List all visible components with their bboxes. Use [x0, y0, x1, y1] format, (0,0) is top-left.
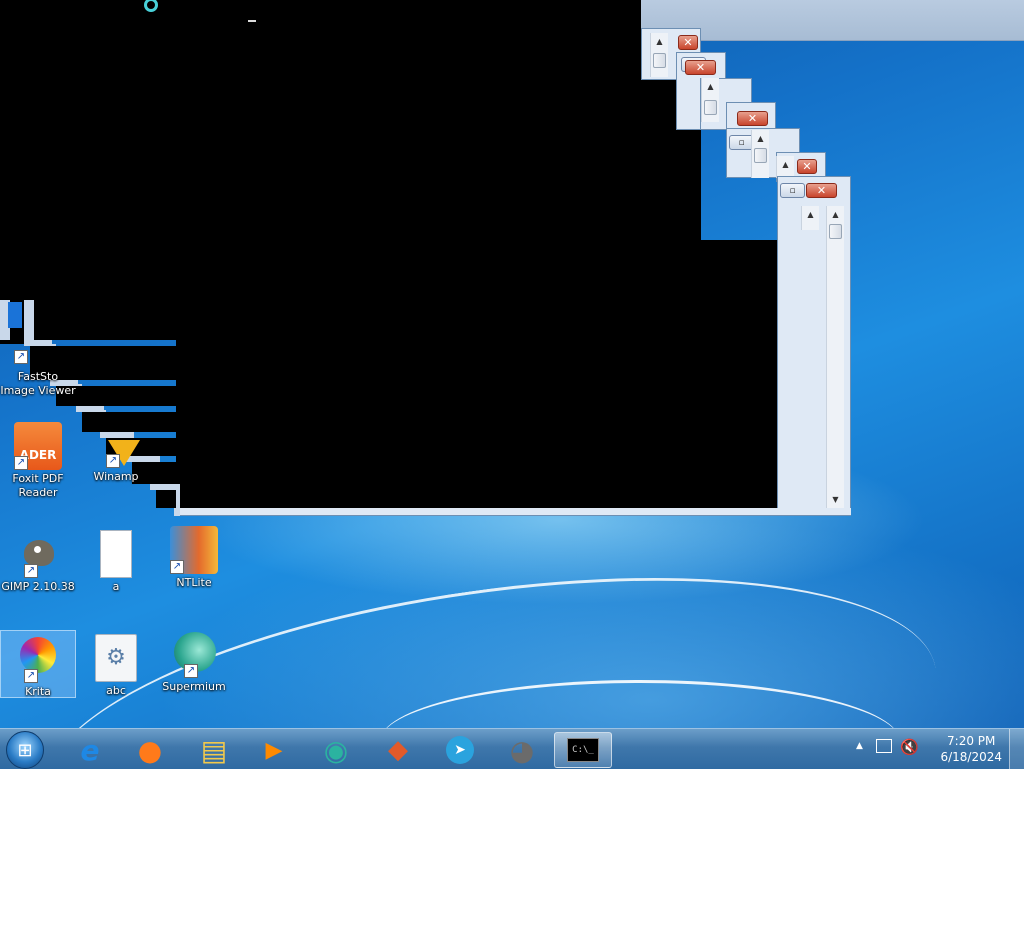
- clock[interactable]: 7:20 PM 6/18/2024: [940, 733, 1002, 765]
- glitch-area: [176, 240, 826, 508]
- scrollbar[interactable]: ▲: [701, 78, 719, 122]
- text-file-icon: [100, 530, 132, 578]
- file-explorer-icon: ▤: [200, 733, 228, 767]
- scrollbar[interactable]: ▲: [751, 130, 769, 178]
- taskbar-internet-explorer[interactable]: e: [62, 732, 118, 768]
- show-hidden-icons-button[interactable]: ▲: [856, 741, 863, 751]
- shortcut-arrow-icon: ↗: [24, 564, 38, 578]
- desktop-icon-label: abc: [106, 684, 126, 697]
- text-cursor: [248, 20, 256, 22]
- scrollbar[interactable]: ▲: [776, 156, 794, 178]
- desktop-icon-winamp[interactable]: ↗ Winamp: [78, 440, 154, 484]
- close-button[interactable]: ✕: [806, 183, 837, 198]
- glitch-area: [0, 340, 24, 344]
- show-desktop-button[interactable]: [1009, 729, 1024, 769]
- scroll-up-button[interactable]: ▲: [752, 130, 769, 147]
- taskbar-command-prompt[interactable]: C:\_: [554, 732, 612, 768]
- windows-logo-icon: ⊞: [17, 739, 33, 761]
- desktop-icon-abc[interactable]: ⚙ abc: [78, 634, 154, 698]
- shortcut-arrow-icon: ↗: [14, 350, 28, 364]
- desktop-icon-supermium[interactable]: ↗ Supermium: [156, 630, 232, 694]
- desktop-icon-label: Supermium: [162, 680, 226, 693]
- desktop-icon-gimp[interactable]: ↗ GIMP 2.10.38: [0, 530, 76, 594]
- command-prompt-icon: C:\_: [567, 738, 599, 762]
- shortcut-arrow-icon: ↗: [24, 669, 38, 683]
- scroll-up-button[interactable]: ▲: [827, 206, 844, 223]
- restore-button[interactable]: ▫: [780, 183, 805, 198]
- scrollbar[interactable]: ▲: [801, 206, 819, 230]
- scroll-thumb[interactable]: [829, 224, 842, 239]
- glitch-area: [156, 490, 176, 508]
- clock-date: 6/18/2024: [940, 750, 1002, 764]
- shortcut-arrow-icon: ↗: [170, 560, 184, 574]
- gimp-logo: [24, 540, 54, 566]
- close-button[interactable]: ✕: [737, 111, 768, 126]
- shortcut-arrow-icon: ↗: [14, 456, 28, 470]
- scroll-up-button[interactable]: ▲: [702, 78, 719, 95]
- desktop-icon-label: Foxit PDF Reader: [12, 472, 64, 499]
- shortcut-arrow-icon: ↗: [106, 454, 120, 468]
- settings-file-icon: ⚙: [95, 634, 137, 682]
- desktop-icon-label: a: [112, 580, 120, 593]
- window-controls: ▫ ✕: [780, 183, 837, 199]
- start-button[interactable]: ⊞: [6, 731, 44, 769]
- window-edge: [8, 302, 22, 328]
- scroll-up-button[interactable]: ▲: [651, 33, 668, 50]
- window-bottom-border[interactable]: [176, 508, 851, 516]
- window-edge: [24, 300, 34, 344]
- scroll-up-button[interactable]: ▲: [802, 206, 819, 223]
- system-tray: ▲ 🔇 7:20 PM 6/18/2024: [854, 729, 1024, 769]
- taskbar-firefox[interactable]: ●: [122, 732, 178, 768]
- taskbar-media-player[interactable]: ▶: [246, 732, 302, 768]
- desktop-icon-ntlite[interactable]: ↗ NTLite: [156, 526, 232, 590]
- media-player-icon: ▶: [265, 737, 283, 763]
- taskbar-gimp[interactable]: ◕: [494, 732, 550, 768]
- gimp-icon: ◕: [509, 733, 535, 767]
- scroll-thumb[interactable]: [653, 53, 666, 68]
- foxit-icon: ADER ↗: [14, 422, 62, 470]
- desktop-icon-krita[interactable]: ↗ Krita: [0, 630, 76, 698]
- clock-time: 7:20 PM: [947, 734, 996, 748]
- close-button[interactable]: ✕: [797, 159, 817, 174]
- taskbar-ntlite[interactable]: ◆: [370, 732, 426, 768]
- desktop-icon-label: Winamp: [93, 470, 139, 483]
- krita-logo: [20, 637, 56, 673]
- krita-icon: ↗: [14, 635, 62, 683]
- telegram-icon: ➤: [446, 736, 474, 764]
- scroll-down-button[interactable]: ▼: [827, 491, 844, 508]
- winamp-icon: ↗: [92, 440, 140, 468]
- ntlite-icon: ↗: [170, 526, 218, 574]
- shortcut-arrow-icon: ↗: [184, 664, 198, 678]
- glitch-area: [82, 412, 176, 432]
- taskbar-file-explorer[interactable]: ▤: [186, 732, 242, 768]
- taskbar-telegram[interactable]: ➤: [432, 732, 488, 768]
- gimp-eye: [34, 546, 41, 553]
- supermium-icon: ◉: [323, 733, 349, 767]
- scrollbar[interactable]: ▲: [650, 33, 668, 77]
- desktop-icon-foxit[interactable]: ADER ↗ Foxit PDF Reader: [0, 422, 76, 500]
- desktop-icon-faststone[interactable]: ↗ FastSto Image Viewer: [0, 346, 76, 398]
- desktop-icon-label: Krita: [25, 685, 51, 698]
- close-button[interactable]: ✕: [678, 35, 698, 50]
- taskbar-supermium[interactable]: ◉: [308, 732, 364, 768]
- gimp-icon: ↗: [14, 530, 62, 578]
- desktop-icon-a[interactable]: a: [78, 530, 154, 594]
- firefox-icon: ●: [137, 733, 163, 767]
- network-icon[interactable]: [876, 739, 892, 753]
- taskbar: ⊞ e ● ▤ ▶ ◉ ◆ ➤ ◕ C:\_ ▲ 🔇 7:20 PM 6/18/…: [0, 728, 1024, 769]
- supermium-icon: ↗: [170, 630, 218, 678]
- scroll-thumb[interactable]: [704, 100, 717, 115]
- scroll-up-button[interactable]: ▲: [777, 156, 794, 173]
- desktop-icon-label: FastSto Image Viewer: [0, 370, 76, 397]
- close-button[interactable]: ✕: [685, 60, 716, 75]
- volume-muted-icon[interactable]: 🔇: [900, 738, 919, 756]
- internet-explorer-icon: e: [80, 733, 100, 767]
- desktop-icon-label: GIMP 2.10.38: [1, 580, 75, 593]
- ntlite-icon: ◆: [388, 735, 408, 765]
- scroll-thumb[interactable]: [754, 148, 767, 163]
- scrollbar[interactable]: ▲ ▼: [826, 206, 844, 508]
- desktop-icon-label: NTLite: [176, 576, 212, 589]
